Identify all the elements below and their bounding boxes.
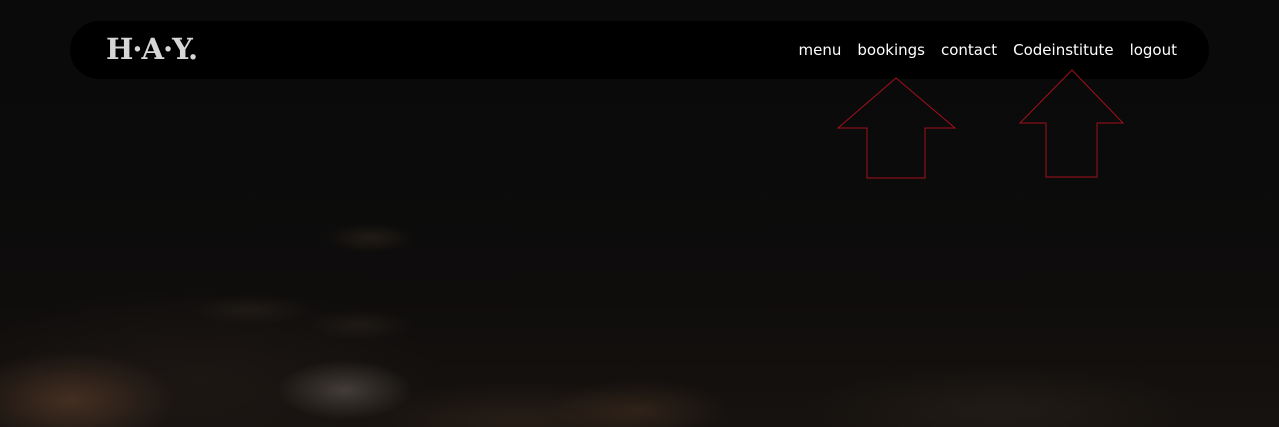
page: H·A·Y. menu bookings contact Codeinstitu…	[0, 0, 1279, 427]
nav-link-menu[interactable]: menu	[799, 40, 842, 60]
nav-link-contact[interactable]: contact	[941, 40, 997, 60]
nav-links: menu bookings contact Codeinstitute logo…	[783, 40, 1177, 60]
nav-link-logout[interactable]: logout	[1130, 40, 1177, 60]
brand-logo[interactable]: H·A·Y.	[106, 35, 198, 64]
nav-link-bookings[interactable]: bookings	[857, 40, 925, 60]
nav-link-codeinstitute[interactable]: Codeinstitute	[1013, 40, 1113, 60]
navbar: H·A·Y. menu bookings contact Codeinstitu…	[70, 21, 1209, 79]
